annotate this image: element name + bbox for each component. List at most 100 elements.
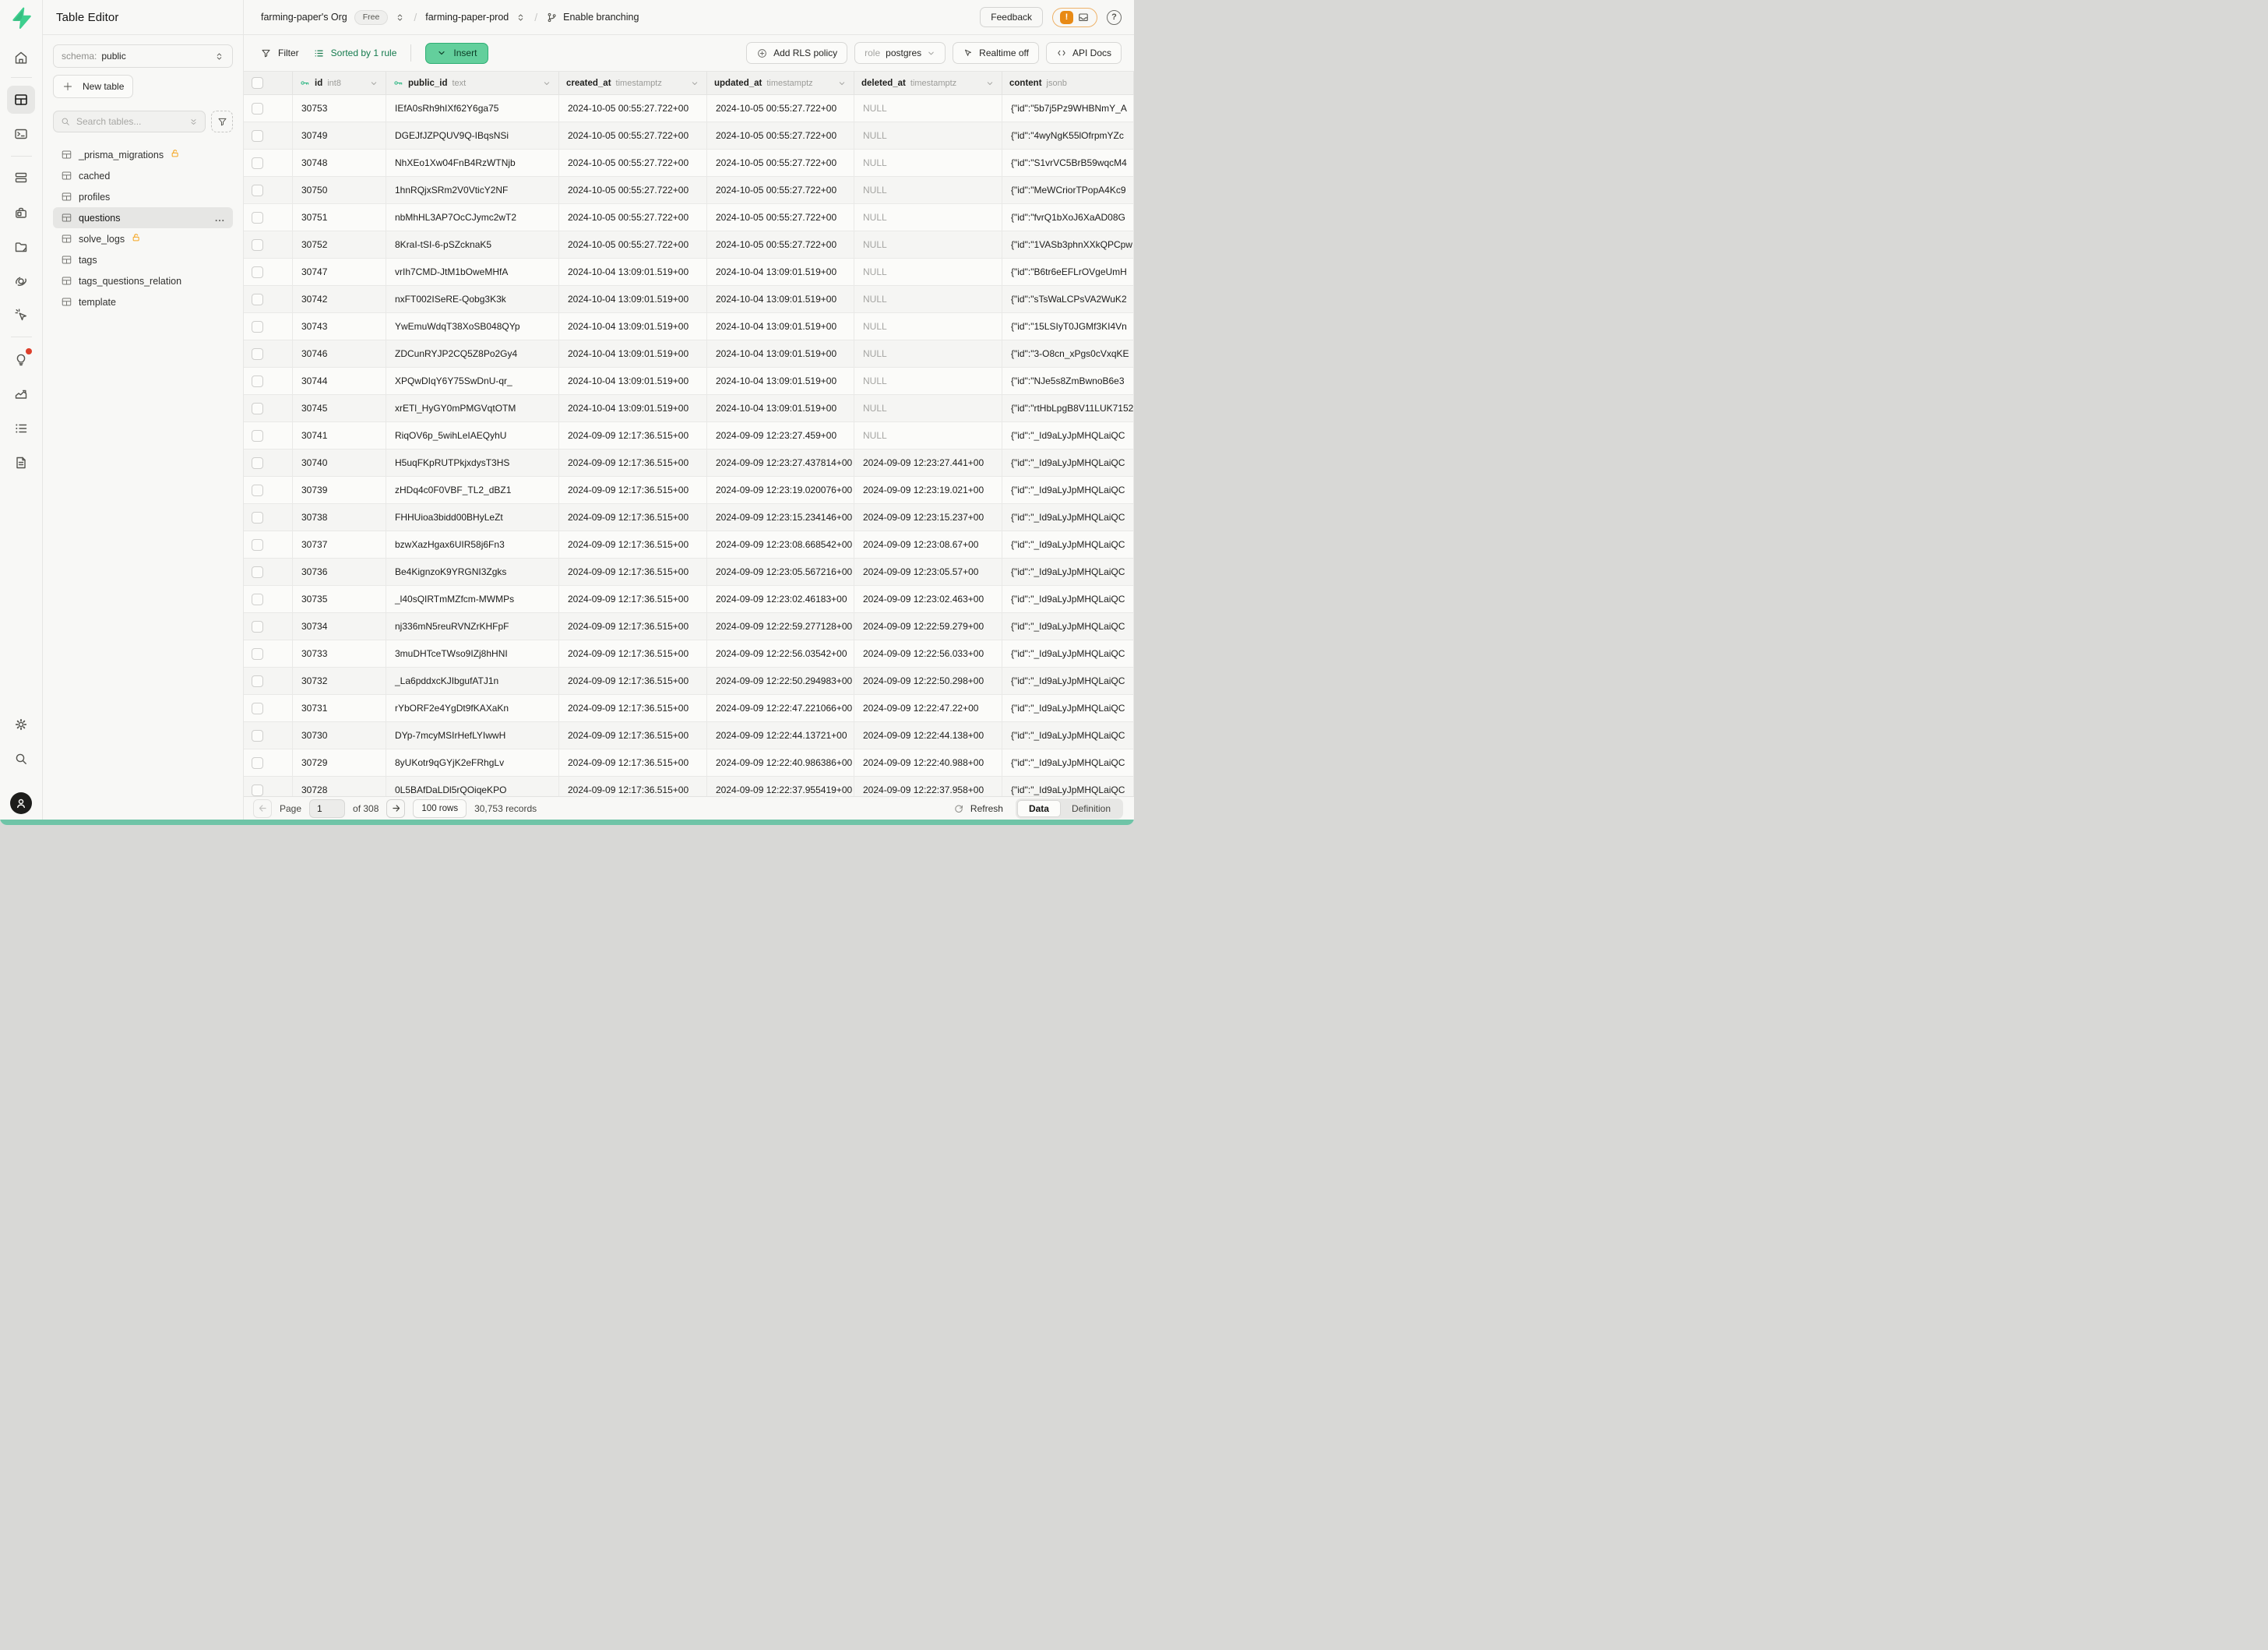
cell-updated_at[interactable]: 2024-09-09 12:23:15.234146+00 (707, 504, 854, 531)
project-name[interactable]: farming-paper-prod (425, 12, 509, 23)
cell-id[interactable]: 30751 (293, 204, 386, 231)
role-select[interactable]: role postgres (854, 42, 946, 64)
cell-deleted_at[interactable]: NULL (854, 368, 1002, 394)
cell-updated_at[interactable]: 2024-10-05 00:55:27.722+00 (707, 95, 854, 122)
cell-deleted_at[interactable]: 2024-09-09 12:23:05.57+00 (854, 559, 1002, 585)
cell-created_at[interactable]: 2024-09-09 12:17:36.515+00 (559, 477, 707, 503)
cell-updated_at[interactable]: 2024-10-04 13:09:01.519+00 (707, 340, 854, 367)
cell-public_id[interactable]: XPQwDIqY6Y75SwDnU-qr_ (386, 368, 559, 394)
cell-deleted_at[interactable]: NULL (854, 150, 1002, 176)
cell-id[interactable]: 30728 (293, 777, 386, 796)
cell-content[interactable]: {"id":"_Id9aLyJpMHQLaiQC (1002, 695, 1134, 721)
cell-public_id[interactable]: nxFT002ISeRE-Qobg3K3k (386, 286, 559, 312)
cell-updated_at[interactable]: 2024-10-05 00:55:27.722+00 (707, 231, 854, 258)
cell-deleted_at[interactable]: NULL (854, 95, 1002, 122)
nav-settings[interactable] (7, 710, 35, 739)
cell-updated_at[interactable]: 2024-09-09 12:22:59.277128+00 (707, 613, 854, 640)
cell-updated_at[interactable]: 2024-09-09 12:22:50.294983+00 (707, 668, 854, 694)
cell-content[interactable]: {"id":"1VASb3phnXXkQPCpw (1002, 231, 1134, 258)
cell-deleted_at[interactable]: NULL (854, 422, 1002, 449)
cell-public_id[interactable]: _La6pddxcKJIbgufATJ1n (386, 668, 559, 694)
cell-updated_at[interactable]: 2024-09-09 12:23:05.567216+00 (707, 559, 854, 585)
org-name[interactable]: farming-paper's Org (261, 12, 347, 23)
cell-content[interactable]: {"id":"rtHbLpgB8V11LUK7152 (1002, 395, 1134, 421)
cell-created_at[interactable]: 2024-09-09 12:17:36.515+00 (559, 640, 707, 667)
column-header-updated_at[interactable]: updated_attimestamptz (707, 72, 854, 94)
row-checkbox[interactable] (252, 539, 263, 551)
cell-content[interactable]: {"id":"_Id9aLyJpMHQLaiQC (1002, 777, 1134, 796)
table-options-button[interactable]: ... (215, 213, 225, 224)
cell-updated_at[interactable]: 2024-09-09 12:22:47.221066+00 (707, 695, 854, 721)
cell-content[interactable]: {"id":"_Id9aLyJpMHQLaiQC (1002, 504, 1134, 531)
cell-id[interactable]: 30729 (293, 749, 386, 776)
cell-updated_at[interactable]: 2024-10-04 13:09:01.519+00 (707, 368, 854, 394)
cell-public_id[interactable]: vrIh7CMD-JtM1bOweMHfA (386, 259, 559, 285)
cell-content[interactable]: {"id":"B6tr6eEFLrOVgeUmH (1002, 259, 1134, 285)
cell-updated_at[interactable]: 2024-09-09 12:22:56.03542+00 (707, 640, 854, 667)
row-checkbox[interactable] (252, 703, 263, 714)
cell-id[interactable]: 30739 (293, 477, 386, 503)
cell-content[interactable]: {"id":"_Id9aLyJpMHQLaiQC (1002, 531, 1134, 558)
cell-deleted_at[interactable]: NULL (854, 313, 1002, 340)
cell-id[interactable]: 30746 (293, 340, 386, 367)
cell-deleted_at[interactable]: 2024-09-09 12:22:44.138+00 (854, 722, 1002, 749)
refresh-button[interactable]: Refresh (953, 803, 1003, 814)
column-menu-icon[interactable] (690, 79, 699, 88)
row-checkbox[interactable] (252, 321, 263, 333)
cell-deleted_at[interactable]: NULL (854, 122, 1002, 149)
cell-updated_at[interactable]: 2024-10-04 13:09:01.519+00 (707, 286, 854, 312)
cell-deleted_at[interactable]: 2024-09-09 12:22:37.958+00 (854, 777, 1002, 796)
cell-updated_at[interactable]: 2024-09-09 12:23:27.437814+00 (707, 450, 854, 476)
cell-public_id[interactable]: rYbORF2e4YgDt9fKAXaKn (386, 695, 559, 721)
cell-content[interactable]: {"id":"_Id9aLyJpMHQLaiQC (1002, 722, 1134, 749)
sidebar-table-_prisma_migrations[interactable]: _prisma_migrations (53, 144, 233, 165)
row-checkbox[interactable] (252, 485, 263, 496)
cell-content[interactable]: {"id":"sTsWaLCPsVA2WuK2 (1002, 286, 1134, 312)
cell-deleted_at[interactable]: 2024-09-09 12:22:47.22+00 (854, 695, 1002, 721)
cell-created_at[interactable]: 2024-10-04 13:09:01.519+00 (559, 395, 707, 421)
supabase-logo-icon[interactable] (9, 6, 33, 30)
cell-id[interactable]: 30734 (293, 613, 386, 640)
row-checkbox[interactable] (252, 239, 263, 251)
cell-deleted_at[interactable]: NULL (854, 259, 1002, 285)
cell-id[interactable]: 30737 (293, 531, 386, 558)
cell-id[interactable]: 30743 (293, 313, 386, 340)
sidebar-table-profiles[interactable]: profiles (53, 186, 233, 207)
cell-created_at[interactable]: 2024-10-05 00:55:27.722+00 (559, 122, 707, 149)
cell-public_id[interactable]: FHHUioa3bidd00BHyLeZt (386, 504, 559, 531)
cell-created_at[interactable]: 2024-10-05 00:55:27.722+00 (559, 231, 707, 258)
cell-deleted_at[interactable]: 2024-09-09 12:23:15.237+00 (854, 504, 1002, 531)
cell-content[interactable]: {"id":"S1vrVC5BrB59wqcM4 (1002, 150, 1134, 176)
row-checkbox[interactable] (252, 730, 263, 742)
cell-created_at[interactable]: 2024-09-09 12:17:36.515+00 (559, 695, 707, 721)
cell-created_at[interactable]: 2024-09-09 12:17:36.515+00 (559, 586, 707, 612)
cell-updated_at[interactable]: 2024-10-04 13:09:01.519+00 (707, 395, 854, 421)
user-avatar[interactable] (7, 789, 35, 817)
cell-public_id[interactable]: xrETl_HyGY0mPMGVqtOTM (386, 395, 559, 421)
cell-public_id[interactable]: zHDq4c0F0VBF_TL2_dBZ1 (386, 477, 559, 503)
cell-id[interactable]: 30732 (293, 668, 386, 694)
sidebar-table-tags_questions_relation[interactable]: tags_questions_relation (53, 270, 233, 291)
sort-button[interactable]: Sorted by 1 rule (313, 48, 397, 59)
cell-content[interactable]: {"id":"_Id9aLyJpMHQLaiQC (1002, 586, 1134, 612)
cell-public_id[interactable]: 3muDHTceTWso9IZj8hHNI (386, 640, 559, 667)
nav-advisors[interactable] (7, 345, 35, 373)
cell-id[interactable]: 30736 (293, 559, 386, 585)
cell-created_at[interactable]: 2024-09-09 12:17:36.515+00 (559, 450, 707, 476)
cell-content[interactable]: {"id":"_Id9aLyJpMHQLaiQC (1002, 422, 1134, 449)
cell-created_at[interactable]: 2024-09-09 12:17:36.515+00 (559, 504, 707, 531)
cell-deleted_at[interactable]: NULL (854, 286, 1002, 312)
plan-badge[interactable]: Free (354, 10, 389, 25)
cell-deleted_at[interactable]: 2024-09-09 12:22:59.279+00 (854, 613, 1002, 640)
cell-deleted_at[interactable]: NULL (854, 340, 1002, 367)
project-switcher-icon[interactable] (516, 12, 526, 23)
cell-created_at[interactable]: 2024-09-09 12:17:36.515+00 (559, 722, 707, 749)
sidebar-table-questions[interactable]: questions... (53, 207, 233, 228)
nav-realtime[interactable] (7, 301, 35, 329)
cell-deleted_at[interactable]: 2024-09-09 12:23:19.021+00 (854, 477, 1002, 503)
cell-public_id[interactable]: 0L5BAfDaLDl5rQOiqeKPO (386, 777, 559, 796)
cell-updated_at[interactable]: 2024-09-09 12:23:19.020076+00 (707, 477, 854, 503)
cell-created_at[interactable]: 2024-10-04 13:09:01.519+00 (559, 340, 707, 367)
cell-content[interactable]: {"id":"_Id9aLyJpMHQLaiQC (1002, 749, 1134, 776)
cell-id[interactable]: 30745 (293, 395, 386, 421)
